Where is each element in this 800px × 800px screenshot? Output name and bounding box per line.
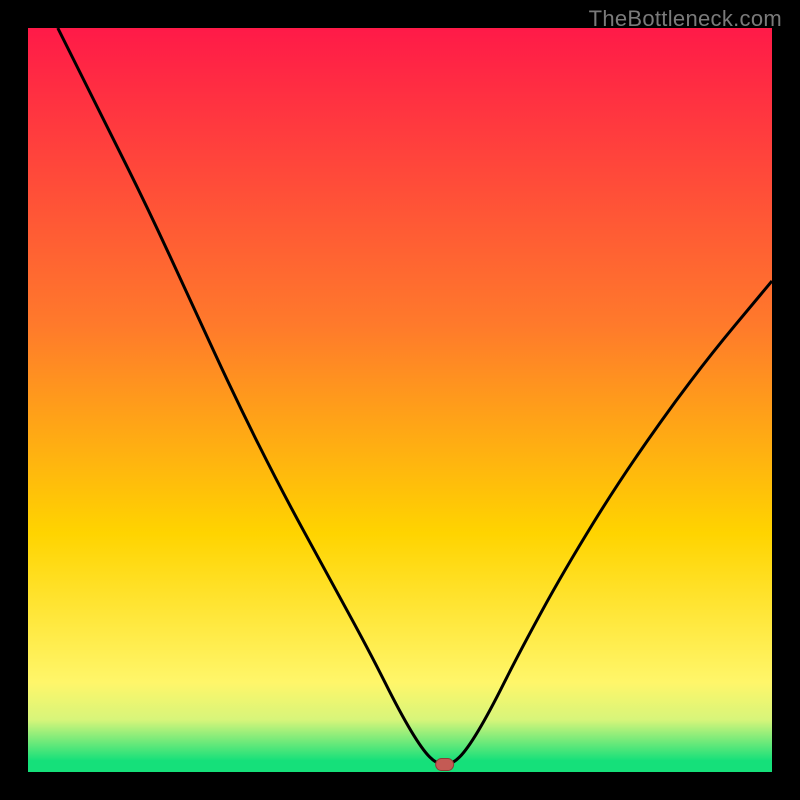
min-marker bbox=[436, 759, 454, 771]
chart-frame: TheBottleneck.com bbox=[0, 0, 800, 800]
plot-svg bbox=[28, 28, 772, 772]
plot-area bbox=[28, 28, 772, 772]
gradient-background bbox=[28, 28, 772, 772]
